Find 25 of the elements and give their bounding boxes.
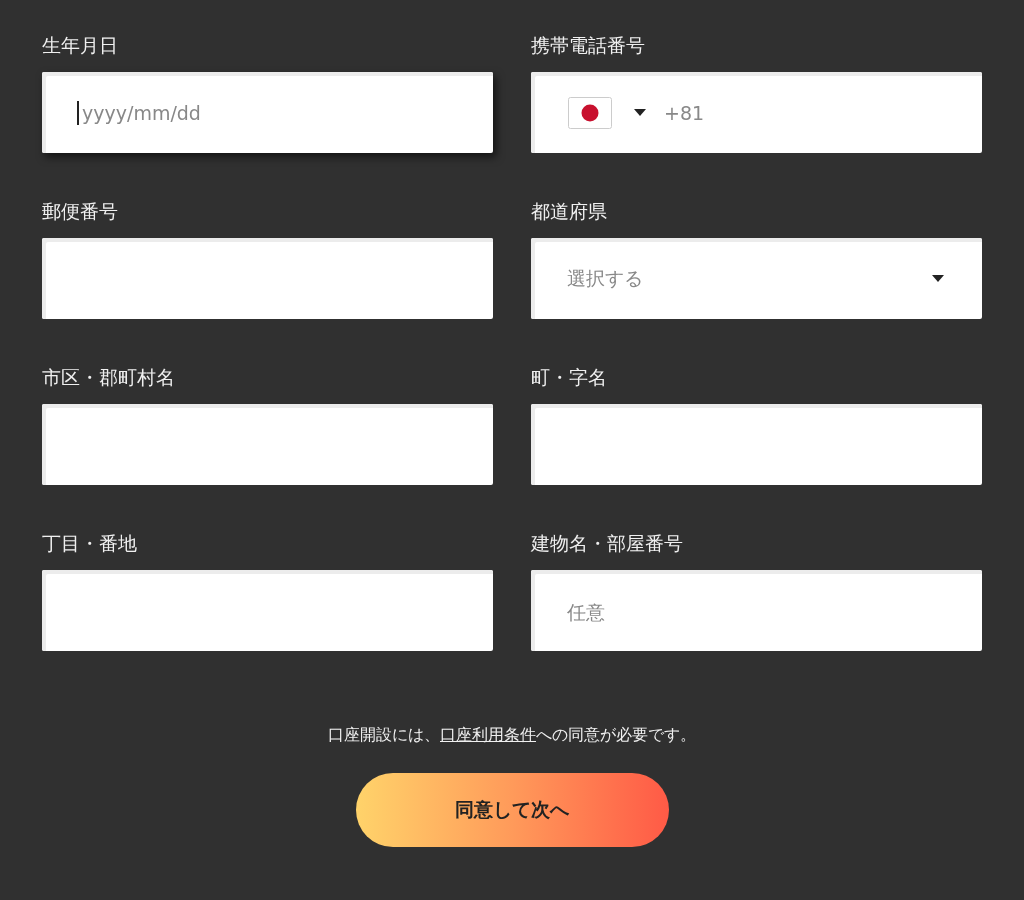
- select-field[interactable]: 選択する: [531, 238, 982, 319]
- field-label: 生年月日: [42, 33, 118, 58]
- input-field[interactable]: [42, 238, 493, 319]
- agree-next-button[interactable]: 同意して次へ: [355, 773, 669, 847]
- field-label: 携帯電話番号: [531, 33, 645, 58]
- field-label: 丁目・番地: [42, 531, 137, 556]
- field-label: 建物名・部屋番号: [531, 531, 683, 556]
- phone-field[interactable]: +81: [531, 72, 982, 153]
- input-field[interactable]: [42, 570, 493, 651]
- field-label: 都道府県: [531, 199, 607, 224]
- field-label: 郵便番号: [42, 199, 118, 224]
- field-label: 町・字名: [531, 365, 607, 390]
- terms-link[interactable]: 口座利用条件: [440, 725, 536, 744]
- text-cursor: [77, 101, 79, 125]
- input-field[interactable]: [531, 404, 982, 485]
- caret-icon[interactable]: [634, 109, 646, 116]
- caret-icon: [932, 275, 944, 282]
- flag-icon: [568, 96, 612, 129]
- terms-text: 口座開設には、口座利用条件への同意が必要です。: [328, 724, 696, 746]
- input-field[interactable]: 任意: [531, 570, 982, 651]
- input-field[interactable]: [42, 404, 493, 485]
- date-field[interactable]: yyyy/mm/dd: [42, 72, 493, 153]
- phone-number-input[interactable]: +81: [664, 101, 982, 124]
- field-label: 市区・郡町村名: [42, 365, 175, 390]
- text-input[interactable]: yyyy/mm/dd: [78, 101, 493, 124]
